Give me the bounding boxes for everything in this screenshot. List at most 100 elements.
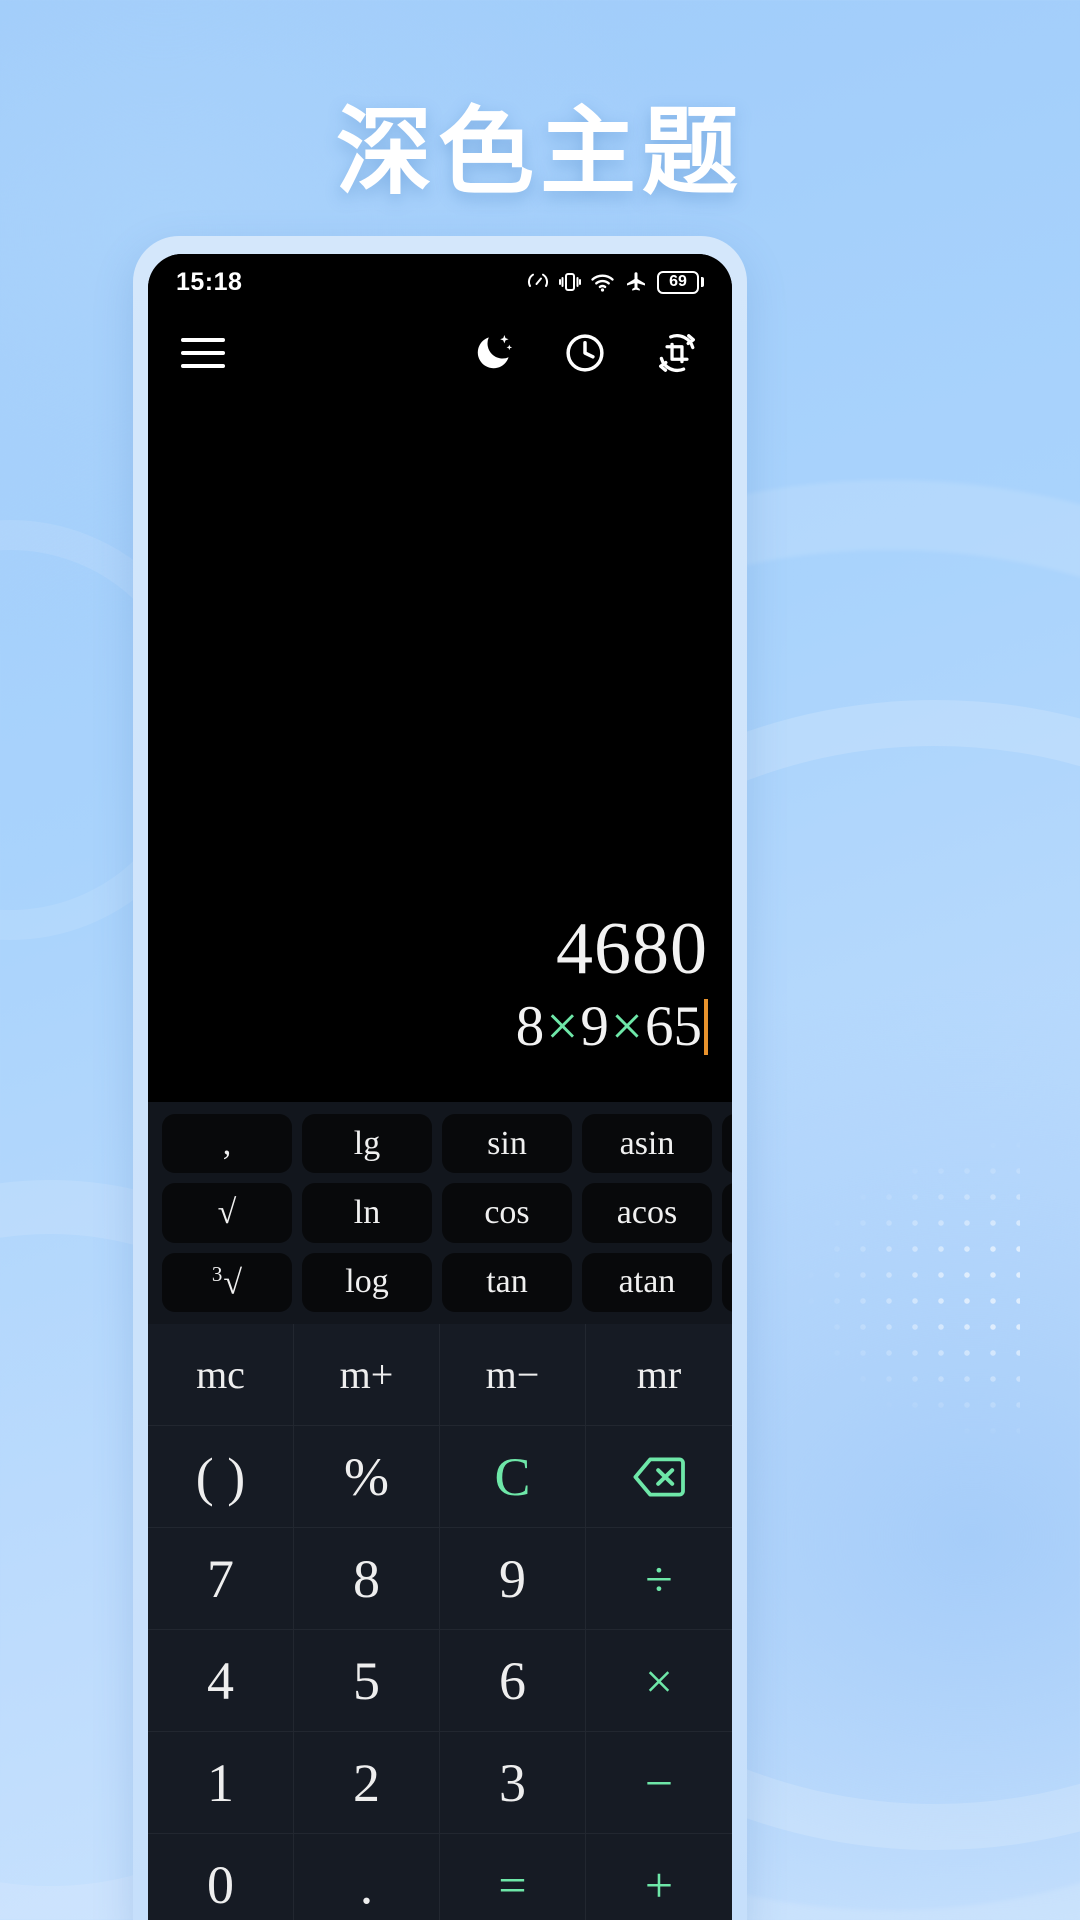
hamburger-lines — [181, 338, 225, 368]
airplane-mode-icon — [624, 270, 648, 294]
key-3[interactable]: 3 — [440, 1732, 586, 1834]
key-4[interactable]: 4 — [148, 1630, 294, 1732]
calculator-keypad: mc m+ m− mr ( )% C 7 8 9 ÷ 4 5 6 × 1 2 3 − 0. = + — [148, 1324, 732, 1920]
sci-key-asin[interactable]: asin — [582, 1114, 712, 1174]
key-label: mr — [636, 1352, 682, 1397]
key-parentheses[interactable]: ( ) — [148, 1426, 294, 1528]
expression-operator: × — [610, 995, 643, 1059]
key-clear[interactable]: C — [440, 1426, 586, 1528]
result-value: 4680 — [556, 907, 708, 990]
key-label: 4 — [207, 1650, 234, 1711]
expression-number: 8 — [515, 995, 545, 1059]
text-cursor — [704, 999, 708, 1056]
key-multiply[interactable]: × — [586, 1630, 732, 1732]
status-bar: 15:18 69 — [148, 254, 732, 310]
key-label: 3 — [499, 1752, 526, 1813]
expression-tokens: 8×9×65 — [516, 994, 702, 1060]
key-5[interactable]: 5 — [294, 1630, 440, 1732]
toolbar-left — [178, 328, 228, 378]
sci-key-[interactable]: , — [162, 1114, 292, 1174]
key-label: × — [644, 1652, 674, 1709]
sci-key-ln[interactable]: ln — [302, 1183, 432, 1243]
key-memory-add[interactable]: m+ — [294, 1324, 440, 1426]
sci-key-log[interactable]: log — [302, 1252, 432, 1312]
key-label: C — [494, 1446, 531, 1507]
status-bar-time: 15:18 — [176, 267, 243, 296]
phone-screen: 15:18 69 4680 8×9×65 , √ 3√ lg ln log si… — [148, 254, 732, 1920]
app-toolbar — [148, 310, 732, 396]
key-memory-recall[interactable]: mr — [586, 1324, 732, 1426]
sci-key-atan[interactable]: atan — [582, 1252, 712, 1312]
sci-key-[interactable]: 3√ — [162, 1252, 292, 1312]
key-label: . — [359, 1854, 374, 1915]
key-label: 9 — [499, 1548, 526, 1609]
background-dot-pattern — [720, 1080, 1020, 1500]
dark-mode-icon[interactable] — [468, 328, 518, 378]
key-2[interactable]: 2 — [294, 1732, 440, 1834]
phone-mockup: 15:18 69 4680 8×9×65 , √ 3√ lg ln log si… — [133, 236, 747, 1920]
key-label: 7 — [207, 1548, 234, 1609]
history-icon[interactable] — [560, 328, 610, 378]
battery-icon: 69 — [657, 270, 704, 294]
data-saver-icon — [526, 270, 550, 294]
expression-number: 65 — [645, 995, 702, 1059]
sci-key-[interactable]: √ — [162, 1183, 292, 1243]
toolbar-actions — [468, 328, 702, 378]
sci-key-lg[interactable]: lg — [302, 1114, 432, 1174]
calculator-display[interactable]: 4680 8×9×65 — [148, 396, 732, 1102]
sci-key-label: ln — [353, 1193, 381, 1231]
key-0[interactable]: 0 — [148, 1834, 294, 1920]
rotate-screen-icon[interactable] — [652, 328, 702, 378]
key-backspace[interactable] — [586, 1426, 732, 1528]
key-divide[interactable]: ÷ — [586, 1528, 732, 1630]
key-subtract[interactable]: − — [586, 1732, 732, 1834]
key-equals[interactable]: = — [440, 1834, 586, 1920]
key-label: ( ) — [195, 1446, 246, 1507]
sci-key-acos[interactable]: acos — [582, 1183, 712, 1243]
key-7[interactable]: 7 — [148, 1528, 294, 1630]
sci-key-tan[interactable]: tan — [442, 1252, 572, 1312]
sci-key-cos[interactable]: cos — [442, 1183, 572, 1243]
key-6[interactable]: 6 — [440, 1630, 586, 1732]
sci-key-empty[interactable] — [722, 1114, 732, 1174]
key-8[interactable]: 8 — [294, 1528, 440, 1630]
key-label: + — [644, 1856, 674, 1913]
key-label: 6 — [499, 1650, 526, 1711]
sci-key-label: cos — [484, 1193, 530, 1231]
sci-key-label: lg — [353, 1124, 381, 1162]
sci-key-label: 3√ — [211, 1262, 243, 1302]
key-percent[interactable]: % — [294, 1426, 440, 1528]
vibrate-icon — [559, 270, 581, 294]
key-1[interactable]: 1 — [148, 1732, 294, 1834]
key-memory-clear[interactable]: mc — [148, 1324, 294, 1426]
key-decimal[interactable]: . — [294, 1834, 440, 1920]
key-label: 1 — [207, 1752, 234, 1813]
key-label: mc — [196, 1352, 245, 1397]
sci-key-label: log — [345, 1263, 389, 1301]
sci-key-empty[interactable] — [722, 1183, 732, 1243]
battery-level: 69 — [657, 270, 699, 294]
key-memory-sub[interactable]: m− — [440, 1324, 586, 1426]
sci-key-label: tan — [486, 1263, 528, 1301]
key-9[interactable]: 9 — [440, 1528, 586, 1630]
key-label: ÷ — [645, 1550, 673, 1607]
key-label: 8 — [353, 1548, 380, 1609]
sci-key-label: acos — [616, 1193, 678, 1231]
key-label: % — [344, 1446, 389, 1507]
wifi-icon — [590, 270, 615, 294]
key-label: 2 — [353, 1752, 380, 1813]
scientific-keys-panel[interactable]: , √ 3√ lg ln log sin cos tan asin acos atan — [148, 1102, 732, 1324]
key-label: m+ — [339, 1352, 394, 1397]
key-label: − — [644, 1754, 674, 1811]
battery-cap — [701, 277, 704, 287]
sci-key-sin[interactable]: sin — [442, 1114, 572, 1174]
sci-key-label: sin — [487, 1124, 527, 1162]
scientific-keys-grid: , √ 3√ lg ln log sin cos tan asin acos atan — [162, 1114, 732, 1312]
sci-key-label: atan — [618, 1263, 676, 1301]
expression-operator: × — [546, 995, 579, 1059]
key-label: m− — [485, 1352, 540, 1397]
hamburger-menu-icon[interactable] — [178, 328, 228, 378]
key-add[interactable]: + — [586, 1834, 732, 1920]
sci-key-empty[interactable] — [722, 1252, 732, 1312]
sci-key-label: √ — [217, 1193, 237, 1231]
